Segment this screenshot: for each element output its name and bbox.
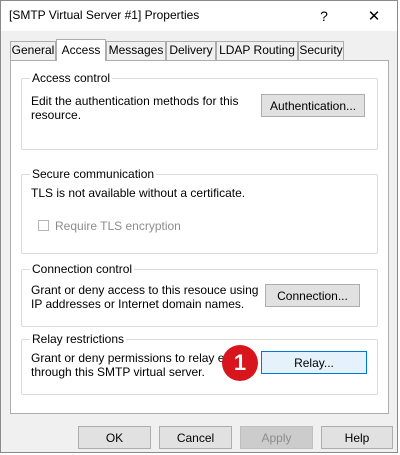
relay-button[interactable]: Relay... <box>261 351 367 374</box>
tab-access[interactable]: Access <box>56 39 106 61</box>
close-icon[interactable]: ✕ <box>351 1 397 31</box>
properties-dialog: [SMTP Virtual Server #1] Properties ? ✕ … <box>0 0 398 453</box>
connection-control-title: Connection control <box>30 262 135 276</box>
relay-restrictions-group: Relay restrictions Grant or deny permiss… <box>21 332 378 395</box>
relay-restrictions-description: Grant or deny permissions to relay e-mai… <box>31 351 250 379</box>
window-title: [SMTP Virtual Server #1] Properties <box>9 8 200 22</box>
require-tls-checkbox[interactable] <box>38 220 49 231</box>
access-control-group: Access control Edit the authentication m… <box>21 71 378 150</box>
connection-button[interactable]: Connection... <box>265 284 360 307</box>
apply-button[interactable]: Apply <box>240 426 313 449</box>
step-number-badge: 1 <box>222 345 258 381</box>
tab-general[interactable]: General <box>10 41 56 60</box>
access-control-title: Access control <box>30 71 113 85</box>
secure-communication-title: Secure communication <box>30 167 157 181</box>
secure-communication-description: TLS is not available without a certifica… <box>31 186 246 200</box>
connection-control-description: Grant or deny access to this resouce usi… <box>31 283 259 311</box>
help-icon[interactable]: ? <box>301 1 347 31</box>
tab-delivery[interactable]: Delivery <box>166 41 216 60</box>
help-button[interactable]: Help <box>321 426 393 449</box>
authentication-button[interactable]: Authentication... <box>261 94 365 117</box>
access-control-description: Edit the authentication methods for this… <box>31 94 239 122</box>
require-tls-label: Require TLS encryption <box>55 219 181 233</box>
secure-communication-group: Secure communication TLS is not availabl… <box>21 167 378 254</box>
ok-button[interactable]: OK <box>78 426 151 449</box>
tab-security[interactable]: Security <box>298 41 344 60</box>
relay-restrictions-title: Relay restrictions <box>30 332 127 346</box>
tab-ldap-routing[interactable]: LDAP Routing <box>216 41 298 60</box>
cancel-button[interactable]: Cancel <box>159 426 232 449</box>
tab-messages[interactable]: Messages <box>106 41 166 60</box>
access-tab-panel: Access control Edit the authentication m… <box>10 60 389 414</box>
connection-control-group: Connection control Grant or deny access … <box>21 262 378 327</box>
title-bar[interactable]: [SMTP Virtual Server #1] Properties ? ✕ <box>1 1 397 31</box>
